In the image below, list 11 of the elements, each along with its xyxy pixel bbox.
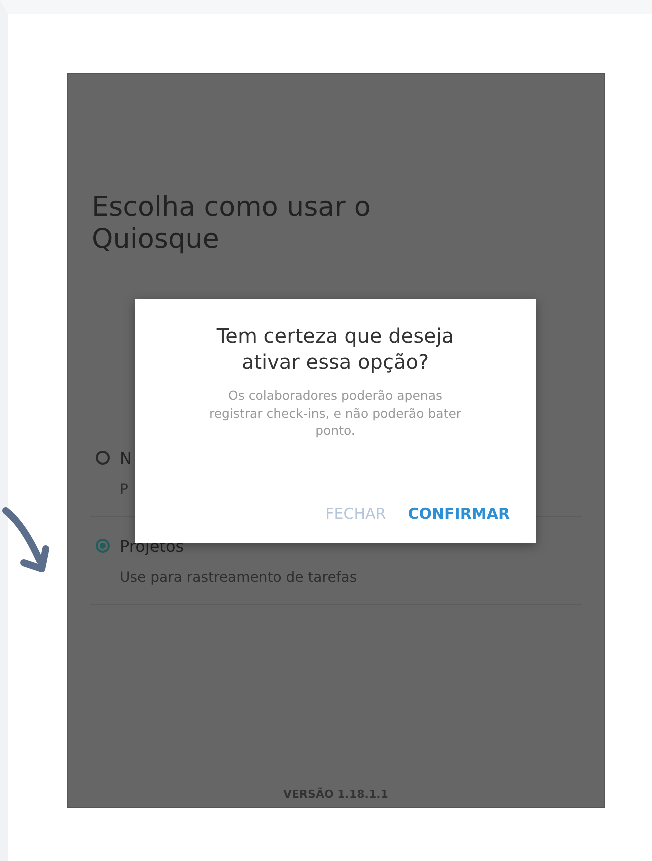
close-button[interactable]: FECHAR (322, 499, 390, 529)
screen-title: Escolha como usar o Quiosque (91, 192, 372, 257)
radio-button[interactable] (96, 539, 110, 554)
option-description: P (120, 482, 130, 498)
option-description: Use para rastreamento de tarefas (120, 570, 358, 586)
option-title: Projetos (120, 536, 186, 556)
dialog-message: Os colaboradores poderão apenas registrar check-ins, e não poderão bater ponto. (208, 387, 463, 440)
radio-button[interactable] (96, 451, 110, 466)
dialog-title: Tem certeza que deseja ativar essa opção? (216, 323, 456, 375)
confirm-button[interactable]: CONFIRMAR (404, 499, 514, 529)
option-title: N (120, 448, 133, 468)
